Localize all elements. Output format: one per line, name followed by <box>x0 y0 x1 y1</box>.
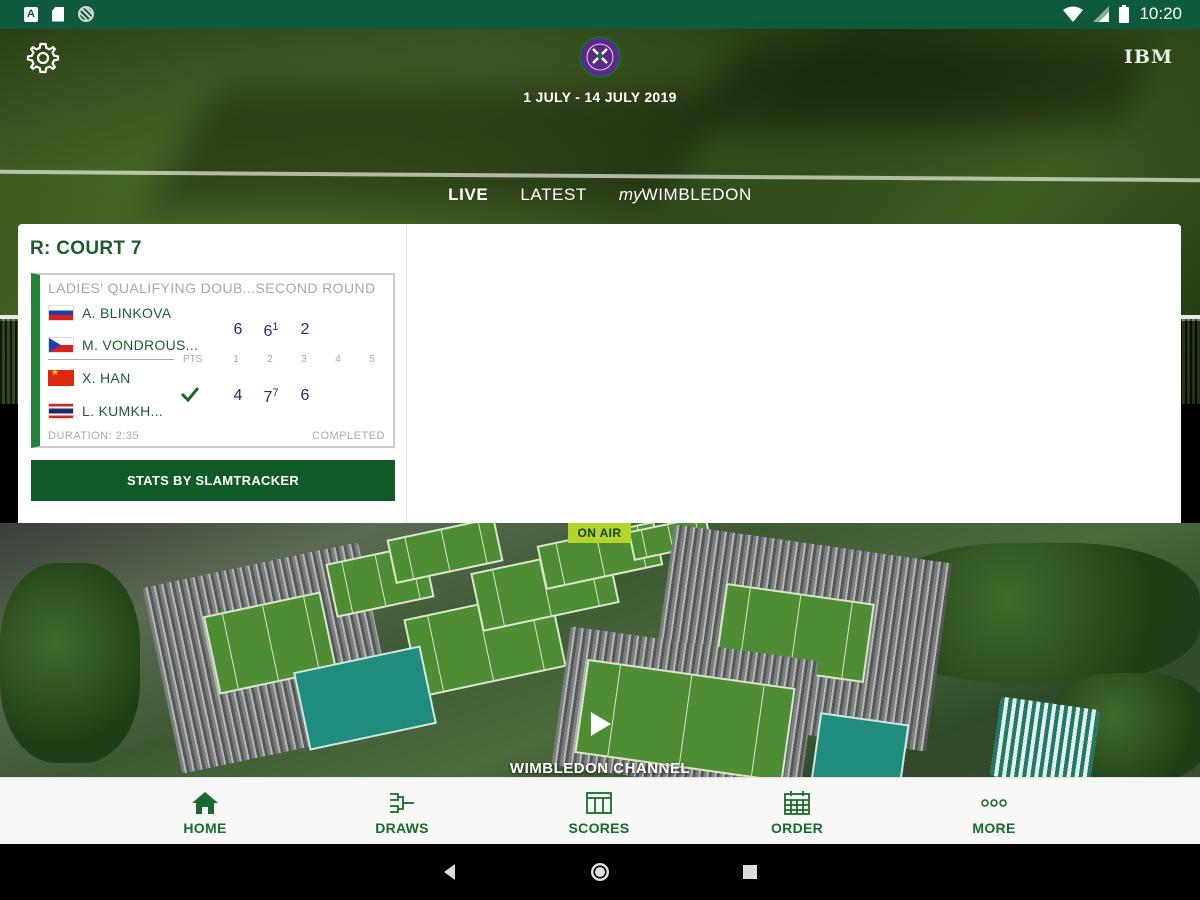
nav-label: HOME <box>183 820 227 836</box>
back-icon[interactable] <box>439 861 461 883</box>
nav-order[interactable]: ORDER <box>737 778 857 845</box>
player-row[interactable]: M. VONDROUS... <box>48 337 198 353</box>
nav-label: ORDER <box>770 820 824 836</box>
live-match-panel: R: COURT 7 LADIES' QUALIFYING DOUB...SEC… <box>18 224 1181 523</box>
app-screen: A 10:20 1 JULY - 14 JULY 2019 IBM LIVE L… <box>0 0 1200 900</box>
video-title: WIMBLEDON CHANNEL <box>509 760 691 777</box>
round-label: LADIES' QUALIFYING DOUB...SECOND ROUND <box>48 280 376 296</box>
set-score: 6 <box>233 321 243 338</box>
player-row[interactable]: X. HAN <box>48 367 131 386</box>
player-row[interactable]: L. KUMKH... <box>48 403 163 419</box>
slamtracker-stats-button[interactable]: STATS BY SLAMTRACKER <box>31 460 395 501</box>
play-icon[interactable] <box>585 709 615 739</box>
status-bar: A 10:20 <box>0 0 1200 29</box>
recents-icon[interactable] <box>739 861 761 883</box>
set-score: 61 <box>263 321 279 340</box>
set-header: 2 <box>267 354 273 365</box>
sync-icon <box>78 6 94 22</box>
ibm-logo: IBM <box>1124 46 1173 68</box>
nav-more[interactable]: MORE <box>934 778 1054 845</box>
match-card[interactable]: LADIES' QUALIFYING DOUB...SECOND ROUND A… <box>31 273 395 448</box>
match-status: COMPLETED <box>312 430 385 442</box>
nav-home[interactable]: HOME <box>145 778 265 845</box>
nav-draws[interactable]: DRAWS <box>342 778 462 845</box>
set-score: 6 <box>300 387 310 404</box>
player-row[interactable]: A. BLINKOVA <box>48 305 171 321</box>
system-navigation-bar <box>0 844 1200 900</box>
bottom-navigation: HOME DRAWS SCORES ORDER MORE <box>0 777 1200 844</box>
tab-live[interactable]: LIVE <box>448 185 488 205</box>
gear-icon[interactable] <box>26 41 60 75</box>
nav-label: SCORES <box>568 820 630 836</box>
pts-header: PTS <box>183 354 203 365</box>
thailand-flag-icon <box>48 403 74 419</box>
player-name: L. KUMKH... <box>82 403 164 419</box>
match-column: R: COURT 7 LADIES' QUALIFYING DOUB...SEC… <box>18 224 407 523</box>
nav-label: DRAWS <box>375 820 429 836</box>
wimbledon-logo[interactable] <box>579 36 621 78</box>
team-divider <box>48 359 174 360</box>
nav-scores[interactable]: SCORES <box>539 778 659 845</box>
more-dots-icon <box>981 799 1007 807</box>
set-header: 4 <box>335 354 341 365</box>
match-duration: DURATION: 2:35 <box>48 430 140 442</box>
player-name: A. BLINKOVA <box>82 305 172 321</box>
scoreboard-icon <box>586 792 612 814</box>
tournament-dates: 1 JULY - 14 JULY 2019 <box>523 89 677 105</box>
tab-my-prefix: my <box>618 185 642 204</box>
player-name: M. VONDROUS... <box>82 337 199 353</box>
wifi-icon <box>1063 6 1084 22</box>
nav-label: MORE <box>972 820 1016 836</box>
tab-my-main: WIMBLEDON <box>641 185 752 204</box>
video-player[interactable]: ON AIR WIMBLEDON CHANNEL <box>0 523 1200 777</box>
top-tab-bar: LIVE LATEST myWIMBLEDON <box>0 185 1200 205</box>
home-icon <box>192 792 218 814</box>
set-header: 3 <box>301 354 307 365</box>
winner-check-icon <box>180 387 200 403</box>
set-score: 4 <box>233 387 243 404</box>
tab-mywimbledon[interactable]: myWIMBLEDON <box>619 185 752 205</box>
set-header: 5 <box>369 354 375 365</box>
score-column-headers: PTS 1 2 3 4 5 <box>183 354 389 365</box>
draws-bracket-icon <box>390 793 414 813</box>
player-name: X. HAN <box>82 370 131 386</box>
on-air-badge: ON AIR <box>568 523 631 543</box>
sd-card-icon <box>52 6 64 22</box>
home-circle-icon[interactable] <box>589 861 611 883</box>
china-flag-icon <box>48 367 74 386</box>
signal-icon <box>1093 6 1110 22</box>
tab-latest[interactable]: LATEST <box>520 185 587 205</box>
set-header: 1 <box>233 354 239 365</box>
clock: 10:20 <box>1139 4 1182 23</box>
calendar-icon <box>784 791 810 815</box>
a-notification-icon: A <box>24 6 38 22</box>
set-score: 2 <box>300 321 310 338</box>
set-score: 77 <box>263 387 279 406</box>
czech-flag-icon <box>48 337 74 353</box>
battery-icon <box>1119 5 1130 23</box>
court-title: R: COURT 7 <box>30 238 142 259</box>
russia-flag-icon <box>48 305 74 321</box>
